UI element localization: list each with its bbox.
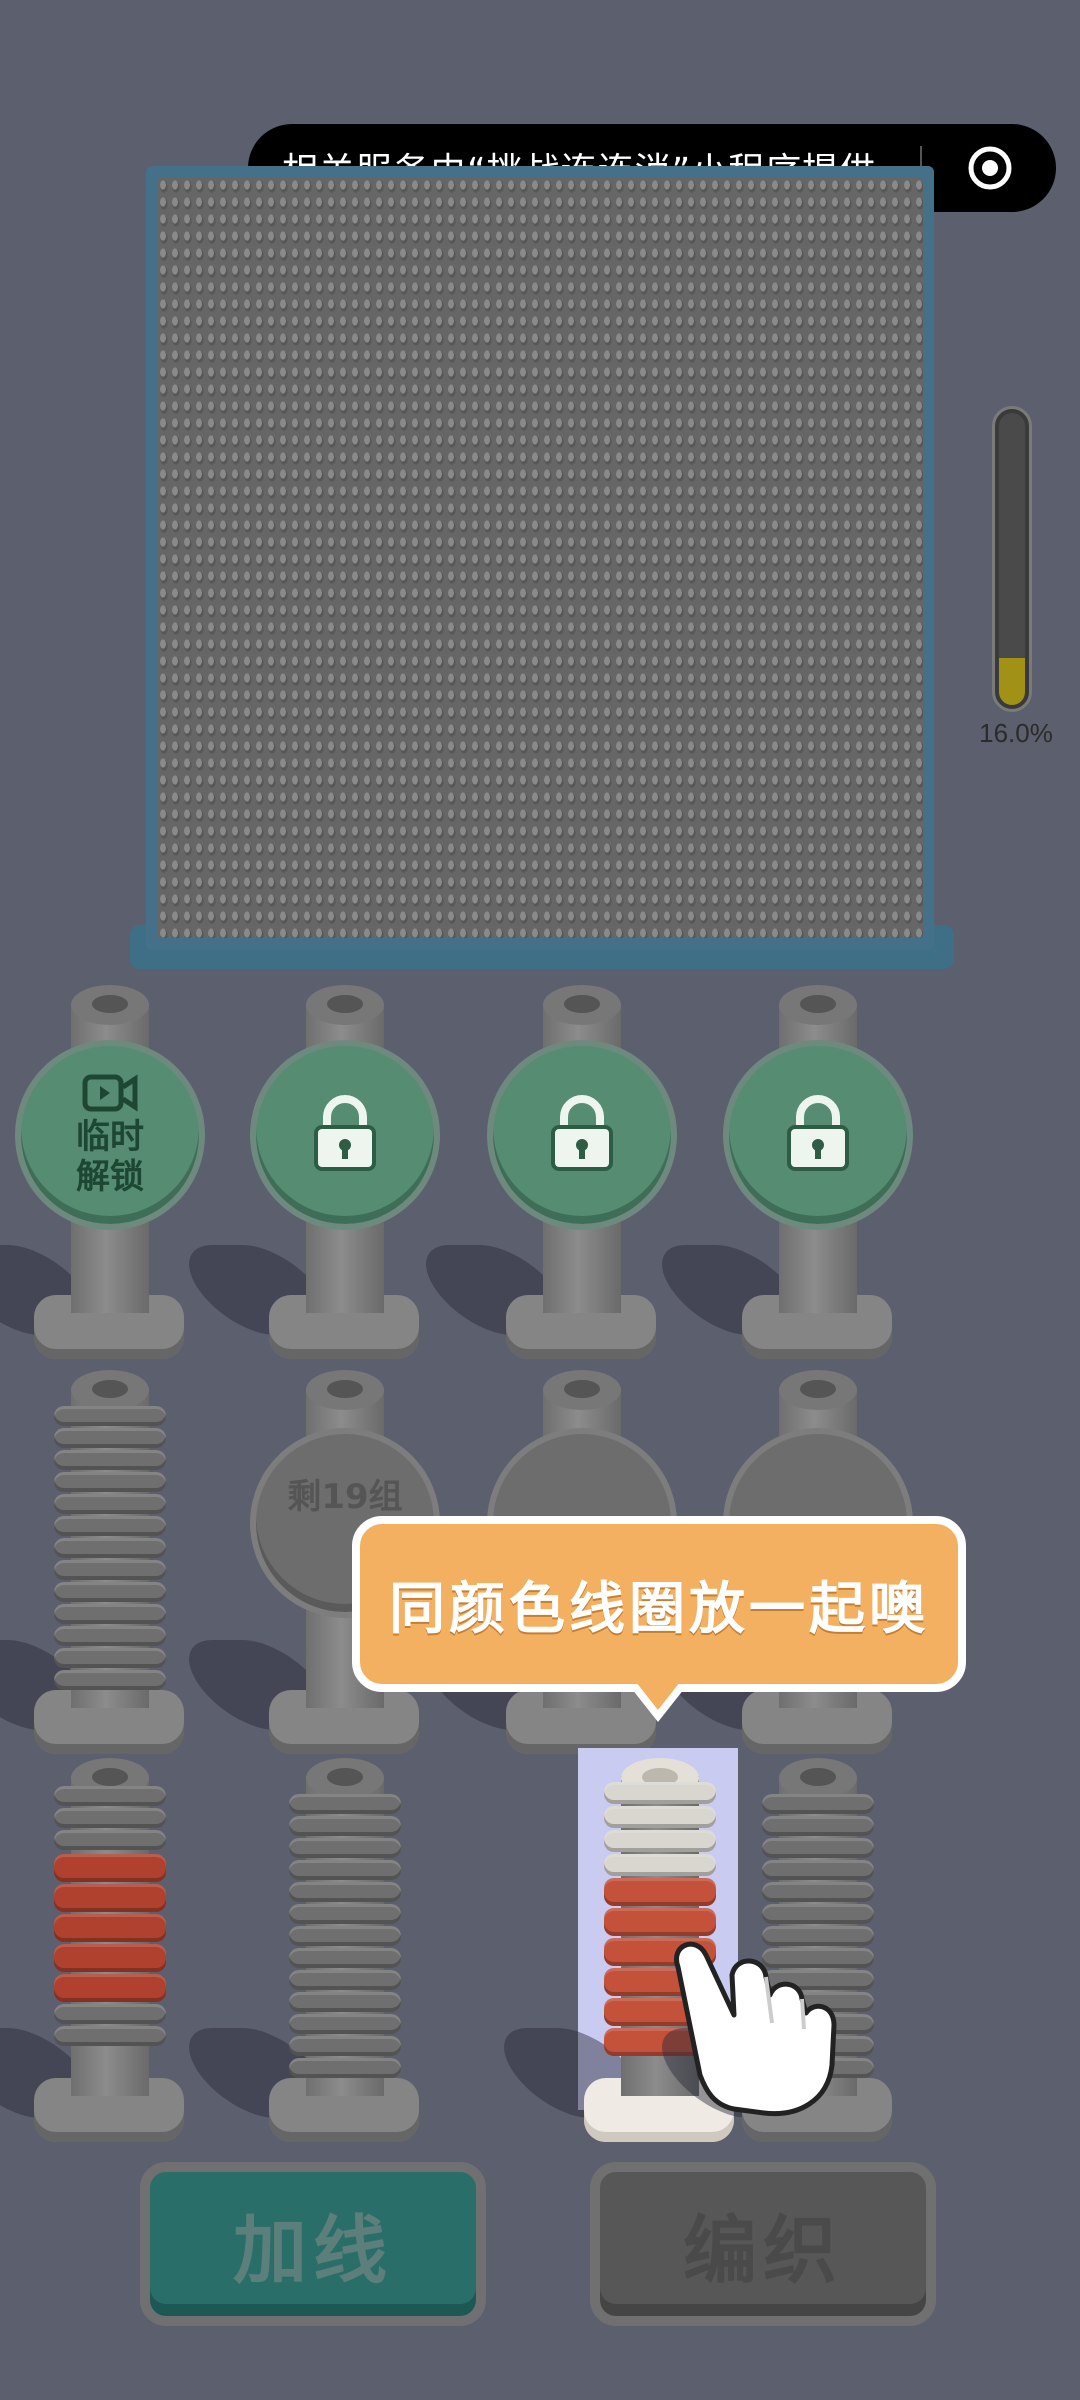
gray-thread-ring (762, 1860, 874, 1880)
lock-icon (783, 1093, 853, 1177)
white-thread-ring (604, 1806, 716, 1828)
gray-thread-ring (54, 1786, 166, 1806)
gray-thread-ring (289, 2036, 401, 2056)
gray-thread-ring (289, 1904, 401, 1924)
gray-thread-ring (762, 1816, 874, 1836)
gray-thread-ring (54, 1494, 166, 1514)
gray-thread-ring (54, 1626, 166, 1646)
gray-thread-ring (54, 1604, 166, 1624)
gray-thread-ring (54, 1830, 166, 1850)
red-thread-ring (54, 1974, 166, 2002)
gray-thread-ring (289, 1860, 401, 1880)
gray-thread-ring (289, 1992, 401, 2012)
tap-hand-icon (674, 1941, 837, 2117)
gray-thread-ring (54, 1428, 166, 1448)
lock-icon (310, 1093, 380, 1177)
gray-thread-ring (54, 2004, 166, 2024)
gray-thread-ring (289, 1816, 401, 1836)
white-thread-ring (604, 1830, 716, 1852)
gray-thread-ring (54, 1538, 166, 1558)
gray-thread-ring (289, 1926, 401, 1946)
remaining-groups-label: 剩19组 (287, 1476, 403, 1517)
red-thread-ring (54, 1884, 166, 1912)
white-thread-ring (604, 1782, 716, 1804)
gray-thread-ring (54, 1670, 166, 1690)
spool-gray-stack[interactable] (0, 1370, 194, 1780)
lock-button[interactable] (723, 1040, 913, 1230)
weave-button[interactable]: 编织 (590, 2162, 936, 2326)
gray-thread-ring (289, 1794, 401, 1814)
gray-thread-ring (54, 1582, 166, 1602)
red-thread-ring (604, 1878, 716, 1906)
lock-button[interactable] (487, 1040, 677, 1230)
gray-thread-ring (54, 1406, 166, 1426)
knit-pattern (157, 178, 923, 938)
red-thread-ring (54, 1944, 166, 1972)
gray-thread-ring (289, 2014, 401, 2034)
spool-gray-stack[interactable] (167, 1758, 429, 2168)
video-icon (82, 1073, 138, 1117)
spool-red-stack[interactable] (0, 1758, 194, 2168)
gray-thread-ring (762, 1794, 874, 1814)
white-thread-ring (604, 1854, 716, 1876)
gray-thread-ring (54, 1472, 166, 1492)
temp-unlock-button[interactable]: 临时 解锁 (15, 1040, 205, 1230)
red-thread-ring (54, 1914, 166, 1942)
gray-thread-ring (289, 1970, 401, 1990)
gray-thread-ring (54, 1808, 166, 1828)
gray-thread-ring (289, 1948, 401, 1968)
gray-thread-ring (54, 1450, 166, 1470)
progress-bar (992, 406, 1032, 712)
gray-thread-ring (762, 1882, 874, 1902)
gray-thread-ring (54, 1560, 166, 1580)
gray-thread-ring (762, 1838, 874, 1858)
add-thread-button[interactable]: 加线 (140, 2162, 486, 2326)
red-thread-ring (54, 1854, 166, 1882)
gray-thread-ring (54, 2026, 166, 2046)
progress-label: 16.0% (979, 718, 1053, 748)
temp-unlock-label: 临时 解锁 (76, 1117, 144, 1197)
lock-button[interactable] (250, 1040, 440, 1230)
progress-fill (999, 658, 1025, 705)
hint-tooltip: 同颜色线圈放一起噢 (352, 1516, 966, 1692)
gray-thread-ring (54, 1648, 166, 1668)
target-icon[interactable] (966, 144, 1014, 192)
gray-thread-ring (289, 1838, 401, 1858)
tooltip-text: 同颜色线圈放一起噢 (389, 1576, 929, 1642)
gray-thread-ring (289, 2058, 401, 2078)
lock-icon (547, 1093, 617, 1177)
gray-thread-ring (289, 1882, 401, 1902)
gray-thread-ring (54, 1516, 166, 1536)
